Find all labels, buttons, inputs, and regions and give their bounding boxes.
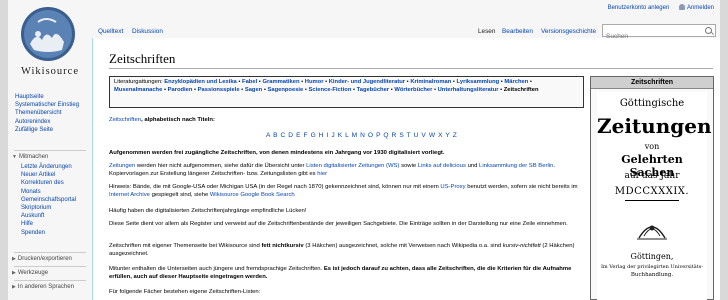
paragraph-luecken: Häufig haben die digitalisierten Zeitsch… — [109, 208, 307, 214]
personal-tools: Benutzerkonto anlegen Anmelden — [608, 4, 714, 11]
paragraph-auszeichnung: Zeitschriften mit eigener Themenseite be… — [109, 243, 575, 257]
internet-archive-link[interactable]: Internet Archive — [109, 192, 150, 198]
logo-icon — [21, 7, 75, 61]
nav-separator — [14, 150, 86, 151]
genre-link[interactable]: Passionsspiele — [198, 87, 240, 93]
logo-wordmark: Wikisource — [21, 66, 79, 77]
chevron-right-icon: ▶ — [12, 270, 16, 276]
nav-item-auskunft[interactable]: Auskunft — [15, 212, 81, 220]
tab-quelltext[interactable]: Quelltext — [98, 28, 123, 35]
nav-item-hauptseite[interactable]: Hauptseite — [15, 93, 79, 101]
genre-link[interactable]: Science-Fiction — [309, 87, 352, 93]
main-navigation: Hauptseite Systematischer Einstieg Theme… — [15, 93, 79, 134]
genre-link[interactable]: Sagenpoesie — [268, 87, 304, 93]
nav-section-werkzeuge[interactable]: ▶ Werkzeuge — [12, 270, 48, 276]
mitmachen-navigation: Letzte Änderungen Neuer Artikel Korrektu… — [15, 163, 81, 237]
genre-link[interactable]: Lyriksammlung — [457, 79, 500, 85]
nav-item-zufaellige-seite[interactable]: Zufällige Seite — [15, 126, 79, 134]
genre-link[interactable]: Unterhaltungsliteratur — [438, 87, 499, 93]
nav-item-hilfe[interactable]: Hilfe — [15, 220, 81, 228]
page-title: Zeitschriften — [109, 51, 176, 66]
genre-link[interactable]: Parodien — [168, 87, 193, 93]
genre-link[interactable]: Fabel — [242, 79, 257, 85]
nav-item-themenuebersicht[interactable]: Themenübersicht — [15, 109, 79, 117]
genre-link[interactable]: Grammatiken — [262, 79, 299, 85]
delicious-link[interactable]: Links auf delicious — [418, 163, 466, 169]
us-proxy-link[interactable]: US-Proxy — [440, 184, 465, 190]
sb-berlin-link[interactable]: Linksammlung der SB Berlin — [479, 163, 553, 169]
genre-navigation-box: Literaturgattungen: Enzyklopädien und Le… — [109, 76, 584, 108]
chevron-right-icon: ▶ — [12, 256, 16, 262]
chevron-down-icon: ▼ — [12, 154, 17, 160]
zeitschriften-link[interactable]: Zeitschriften — [109, 117, 141, 123]
nav-item-autorenindex[interactable]: Autorenindex — [15, 118, 79, 126]
genre-current: Zeitschriften — [503, 86, 539, 93]
nav-item-neuer-artikel[interactable]: Neuer Artikel — [15, 171, 81, 179]
nav-separator — [14, 266, 86, 267]
search-icon[interactable] — [705, 27, 712, 34]
nav-section-mitmachen[interactable]: ▼ Mitmachen — [12, 154, 48, 160]
nav-separator — [14, 280, 86, 281]
google-book-search-link[interactable]: Wikisource Google Book Search — [210, 192, 295, 198]
genre-link[interactable]: Märchen — [504, 79, 528, 85]
nav-item-gemeinschaftsportal[interactable]: Gemeinschaftsportal — [15, 196, 81, 204]
genre-link[interactable]: Wörterbücher — [394, 87, 432, 93]
infobox: Zeitschriften Göttingische Zeitungen von… — [590, 76, 714, 300]
login-link[interactable]: Anmelden — [687, 5, 714, 11]
nav-item-skriptorium[interactable]: Skriptorium — [15, 204, 81, 212]
paragraph-zeitungen: Zeitungen werden hier nicht aufgenommen,… — [109, 163, 556, 177]
alphabet-index[interactable]: A B C D E F G H I J K L M N O P Q R S T … — [266, 132, 457, 139]
main-content: Zeitschriften Literaturgattungen: Enzykl… — [92, 38, 720, 300]
paragraph-hinweis: Hinweis: Bände, die mit Google-USA oder … — [109, 184, 578, 198]
nav-section-drucken[interactable]: ▶ Drucken/exportieren — [12, 256, 72, 262]
tab-diskussion[interactable]: Diskussion — [132, 28, 163, 35]
genre-link[interactable]: Kinder- und Jugendliteratur — [329, 79, 405, 85]
nav-item-systematischer-einstieg[interactable]: Systematischer Einstieg — [15, 101, 79, 109]
create-account-link[interactable]: Benutzerkonto anlegen — [608, 5, 670, 11]
search-box — [602, 24, 716, 42]
paragraph-faecher: Für folgende Fächer bestehen eigene Zeit… — [109, 289, 261, 295]
paragraph-register: Diese Seite dient vor allem als Register… — [109, 221, 568, 227]
nav-section-sprachen[interactable]: ▶ In anderen Sprachen — [12, 284, 74, 290]
genre-link[interactable]: Kriminalroman — [410, 79, 451, 85]
nav-separator — [14, 252, 86, 253]
user-icon — [678, 4, 685, 10]
tab-lesen[interactable]: Lesen — [478, 28, 495, 35]
title-divider — [109, 68, 713, 69]
intro-line: Zeitschriften, alphabetisch nach Titeln: — [109, 117, 215, 123]
vignette-ornament-icon — [637, 225, 667, 240]
tab-bearbeiten[interactable]: Bearbeiten — [502, 28, 533, 35]
title-page-scan[interactable]: Göttingische Zeitungen von Gelehrten Sac… — [597, 92, 712, 300]
genre-link[interactable]: Musenalmanache — [114, 87, 162, 93]
genre-link[interactable]: Tagebücher — [357, 87, 389, 93]
zeitungen-link[interactable]: Zeitungen — [109, 163, 135, 169]
listen-link[interactable]: Listen digitalisierter Zeitungen (WS) — [306, 163, 399, 169]
genre-link[interactable]: Sagen — [245, 87, 262, 93]
paragraph-unterseiten: Mitunter enthalten die Unterseiten auch … — [109, 266, 572, 280]
genre-link[interactable]: Enzyklopädien und Lexika — [164, 79, 236, 85]
nav-item-korrekturen[interactable]: Korrekturen des Monats — [15, 179, 81, 195]
wiki-page: Wikisource Hauptseite Systematischer Ein… — [8, 0, 720, 300]
nav-item-spenden[interactable]: Spenden — [15, 229, 81, 237]
tab-versionsgeschichte[interactable]: Versionsgeschichte — [541, 28, 596, 35]
genre-link[interactable]: Humor — [305, 79, 324, 85]
chevron-right-icon: ▶ — [12, 284, 16, 290]
nav-item-letzte-aenderungen[interactable]: Letzte Änderungen — [15, 163, 81, 171]
hier-link[interactable]: hier — [317, 171, 327, 177]
sidebar: Wikisource Hauptseite Systematischer Ein… — [8, 0, 92, 300]
paragraph-criteria: Aufgenommen werden frei zugängliche Zeit… — [109, 150, 445, 156]
infobox-title: Zeitschriften — [591, 77, 713, 89]
